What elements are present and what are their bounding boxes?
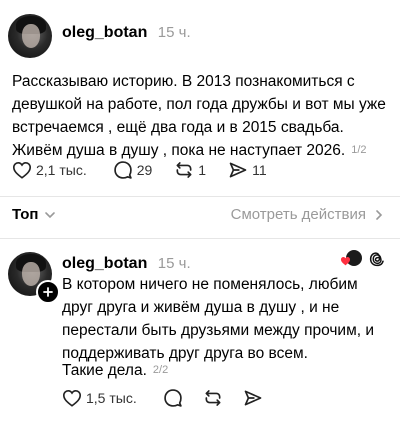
comment-button[interactable] — [163, 388, 183, 408]
heart-filled-icon — [340, 257, 351, 266]
post-line: Живём душа в душу , пока не наступает 20… — [12, 142, 346, 159]
send-icon — [244, 390, 262, 406]
post-header: oleg_botan 15 ч. — [62, 24, 191, 42]
post-line: Рассказываю историю. В 2013 познакомитьс… — [12, 73, 355, 90]
sort-label: Топ — [12, 206, 39, 223]
share-button[interactable] — [243, 388, 263, 408]
comment-button[interactable]: 29 — [113, 160, 153, 180]
threads-icon — [369, 252, 384, 267]
plus-icon — [43, 287, 53, 297]
post-header: oleg_botan 15 ч. — [62, 255, 191, 273]
repost-count: 1 — [198, 162, 207, 178]
heart-icon — [12, 161, 32, 179]
page-indicator: 2/2 — [152, 364, 169, 376]
heart-icon — [62, 389, 82, 407]
author-avatar[interactable] — [8, 14, 52, 58]
author-username[interactable]: oleg_botan — [62, 255, 147, 272]
view-activity-link[interactable]: Смотреть действия — [231, 206, 384, 223]
comment-icon — [163, 389, 182, 407]
divider — [0, 196, 400, 197]
view-activity-label: Смотреть действия — [230, 206, 366, 223]
repost-button[interactable] — [203, 388, 223, 408]
repost-icon — [205, 390, 221, 406]
repost-button[interactable]: 1 — [174, 160, 206, 180]
like-button[interactable]: 2,1 тыс. — [12, 161, 87, 179]
post-text-extra: Такие дела. 2/2 — [62, 359, 168, 382]
post-time: 15 ч. — [157, 24, 191, 41]
divider — [0, 238, 400, 239]
post-line: перестали быть друзьями между прочим, и — [62, 322, 375, 339]
threads-logo — [368, 250, 386, 273]
comment-count: 29 — [136, 162, 153, 178]
post-line: В котором ничего не поменялось, любим — [62, 276, 358, 293]
chevron-right-icon — [376, 209, 383, 220]
author-username[interactable]: oleg_botan — [62, 24, 147, 41]
comment-icon — [113, 161, 132, 179]
sort-dropdown[interactable]: Топ — [12, 206, 56, 223]
follow-button[interactable] — [36, 280, 60, 304]
page-indicator: 1/2 — [351, 144, 367, 156]
post-line: девушкой на работе, пол года дружбы и во… — [12, 96, 386, 113]
post-line-last: Живём душа в душу , пока не наступает 20… — [12, 139, 397, 162]
post-time: 15 ч. — [157, 255, 191, 272]
post-actions: 1,5 тыс. — [62, 388, 263, 408]
like-button[interactable]: 1,5 тыс. — [62, 389, 137, 407]
post-line: встречаемся , ещё два года и в 2015 свад… — [12, 119, 344, 136]
chevron-down-icon — [45, 211, 56, 218]
post-line: Такие дела. — [62, 362, 147, 379]
share-count: 11 — [252, 162, 267, 178]
send-icon — [229, 162, 247, 178]
post-line: друг друга и живём душа в душу , и не — [62, 299, 340, 316]
post-text: В котором ничего не поменялось, любим др… — [62, 273, 392, 365]
like-count: 1,5 тыс. — [86, 390, 137, 406]
post-text: Рассказываю историю. В 2013 познакомитьс… — [12, 70, 397, 162]
post-actions: 2,1 тыс. 29 1 11 — [12, 160, 267, 180]
author-liked-badge — [340, 250, 362, 270]
share-button[interactable]: 11 — [228, 160, 267, 180]
like-count: 2,1 тыс. — [36, 162, 87, 178]
repost-icon — [176, 162, 192, 178]
